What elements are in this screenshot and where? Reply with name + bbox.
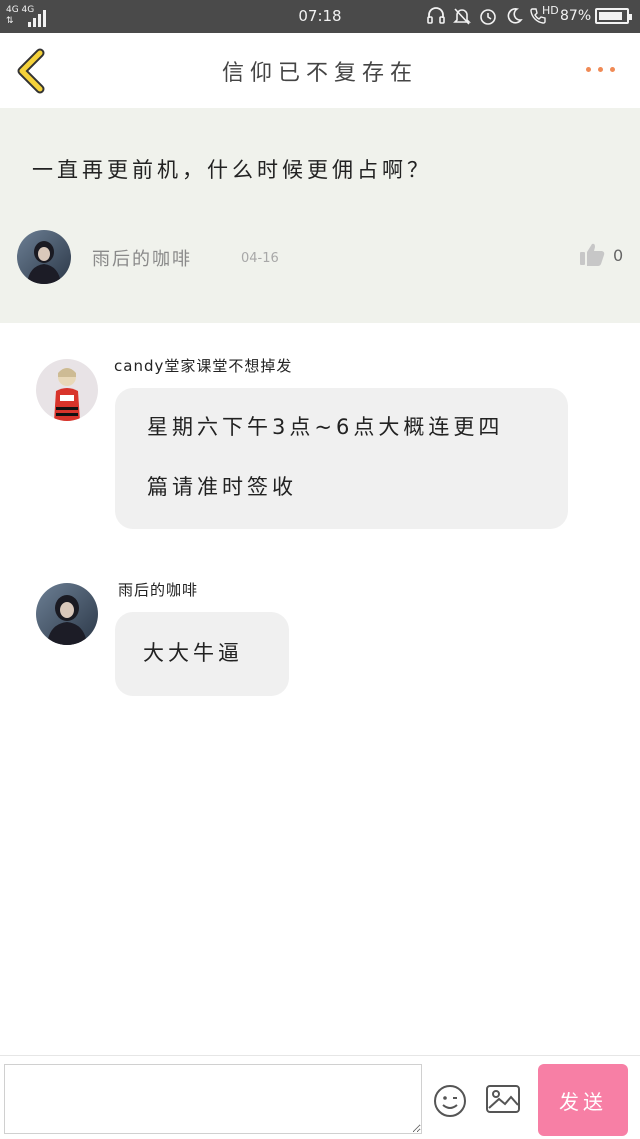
- post-content: 一直再更前机，什么时候更佣占啊？: [32, 158, 432, 182]
- thumbs-up-icon: [580, 243, 605, 266]
- nav-bar: 信仰已不复存在: [0, 33, 640, 109]
- image-icon: [486, 1085, 520, 1113]
- message-line: 篇请准时签收: [147, 475, 297, 499]
- emoji-button[interactable]: [432, 1083, 468, 1119]
- battery-percent: 87%: [560, 8, 592, 24]
- avatar[interactable]: [36, 583, 98, 645]
- reply-author[interactable]: 雨后的咖啡: [118, 579, 198, 600]
- headset-icon: [427, 7, 445, 24]
- post-author[interactable]: 雨后的咖啡: [92, 245, 192, 271]
- message-line: 大大牛逼: [143, 641, 243, 665]
- message-line: 星期六下午3点~6点大概连更四: [147, 415, 504, 439]
- post-date: 04-16: [241, 251, 279, 266]
- avatar[interactable]: [17, 230, 71, 284]
- emoji-icon: [434, 1085, 466, 1117]
- status-bar: 4G 4G ⇅ 07:18 HD 87%: [0, 0, 640, 33]
- hd-label: HD: [542, 4, 559, 17]
- alarm-icon: [480, 9, 496, 25]
- mute-bell-icon: [453, 8, 471, 25]
- battery-fill: [599, 12, 622, 20]
- more-button[interactable]: [580, 53, 622, 83]
- reply-author[interactable]: candy堂家课堂不想掉发: [114, 355, 292, 376]
- avatar-image: [36, 359, 98, 421]
- avatar[interactable]: [36, 359, 98, 421]
- message-bubble: 星期六下午3点~6点大概连更四 篇请准时签收: [115, 388, 568, 529]
- message-input[interactable]: [4, 1064, 422, 1134]
- page-title: 信仰已不复存在: [221, 61, 418, 86]
- input-bar: 发送: [0, 1055, 640, 1139]
- post-card: 一直再更前机，什么时候更佣占啊？ 雨后的咖啡 04-16 0: [0, 108, 640, 323]
- moon-icon: [507, 8, 523, 24]
- image-button[interactable]: [485, 1083, 521, 1115]
- message-bubble: 大大牛逼: [115, 612, 289, 696]
- more-dots-icon: [586, 67, 591, 72]
- send-button[interactable]: 发送: [538, 1064, 628, 1136]
- avatar-image: [17, 230, 71, 284]
- like-button[interactable]: [578, 240, 606, 268]
- battery-icon: [595, 8, 632, 24]
- avatar-image: [36, 583, 98, 645]
- like-count: 0: [613, 246, 624, 265]
